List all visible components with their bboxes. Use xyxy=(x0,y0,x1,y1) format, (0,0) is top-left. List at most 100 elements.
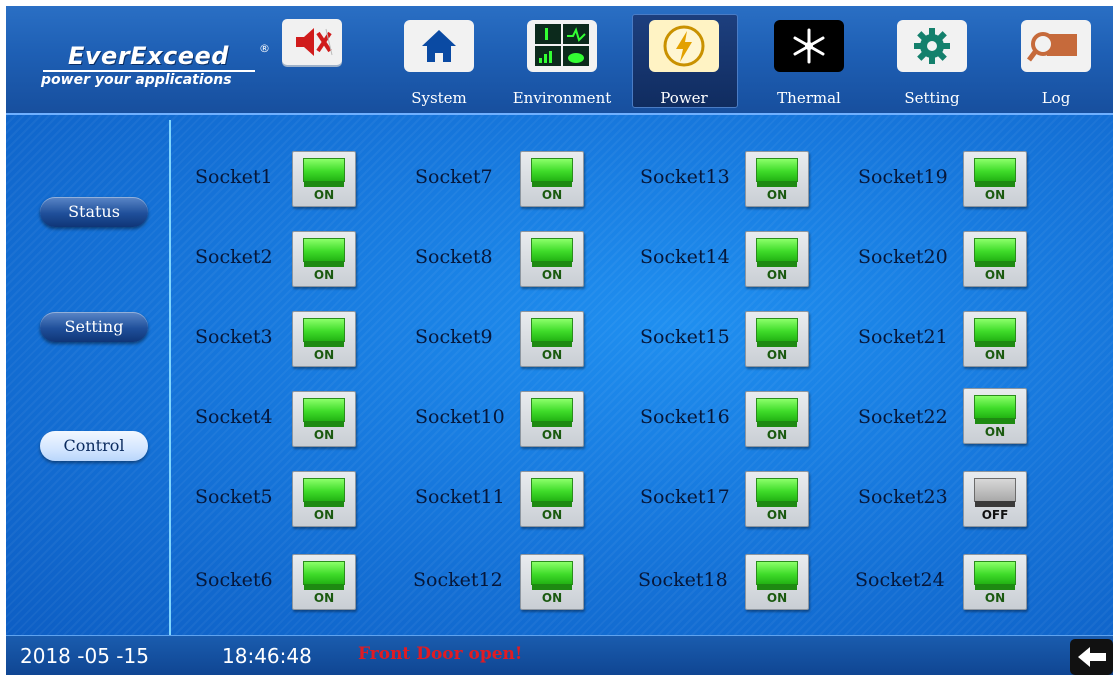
socket-label: Socket5 xyxy=(195,486,273,508)
nav-log[interactable]: Log xyxy=(1021,16,1091,107)
switch-state: ON xyxy=(984,348,1006,362)
nav-setting-icon-box xyxy=(897,20,967,72)
nav-thermal[interactable]: Thermal xyxy=(774,16,844,107)
socket-18-switch[interactable]: ON xyxy=(745,554,809,610)
socket-label: Socket1 xyxy=(195,166,273,188)
sidebar-item-setting[interactable]: Setting xyxy=(40,312,148,342)
socket-label: Socket12 xyxy=(413,569,503,591)
switch-state: ON xyxy=(984,591,1006,605)
switch-state: ON xyxy=(766,591,788,605)
socket-3-switch[interactable]: ON xyxy=(292,311,356,367)
log-icon xyxy=(1027,32,1077,62)
power-icon xyxy=(663,25,705,67)
nav-system-label: System xyxy=(411,89,467,107)
nav-setting-label: Setting xyxy=(904,89,960,107)
switch-state: ON xyxy=(766,348,788,362)
socket-label: Socket10 xyxy=(415,406,505,428)
socket-label: Socket9 xyxy=(415,326,493,348)
switch-paddle xyxy=(756,158,798,187)
switch-state: ON xyxy=(313,268,335,282)
status-time: 18:46:48 xyxy=(222,644,312,668)
sidebar-item-status[interactable]: Status xyxy=(40,197,148,227)
socket-21-switch[interactable]: ON xyxy=(963,311,1027,367)
socket-1-switch[interactable]: ON xyxy=(292,151,356,207)
switch-paddle xyxy=(303,158,345,187)
switch-state: ON xyxy=(313,591,335,605)
socket-label: Socket14 xyxy=(640,246,730,268)
switch-state: ON xyxy=(541,268,563,282)
screen: EverExceed ® power your applications Sys… xyxy=(6,6,1113,675)
socket-12-switch[interactable]: ON xyxy=(520,554,584,610)
socket-5-switch[interactable]: ON xyxy=(292,471,356,527)
socket-13-switch[interactable]: ON xyxy=(745,151,809,207)
switch-state: ON xyxy=(541,591,563,605)
nav-setting[interactable]: Setting xyxy=(897,16,967,107)
nav-power-label: Power xyxy=(660,89,708,107)
socket-label: Socket2 xyxy=(195,246,273,268)
switch-paddle xyxy=(974,318,1016,347)
switch-paddle xyxy=(303,561,345,590)
switch-paddle xyxy=(974,395,1016,424)
socket-15-switch[interactable]: ON xyxy=(745,311,809,367)
mute-icon xyxy=(296,28,333,56)
nav-environment-label: Environment xyxy=(512,89,612,107)
socket-label: Socket22 xyxy=(858,406,948,428)
sidebar-item-control[interactable]: Control xyxy=(40,431,148,461)
back-arrow-icon xyxy=(1078,647,1106,667)
nav-system-icon-box xyxy=(404,20,474,72)
socket-10-switch[interactable]: ON xyxy=(520,391,584,447)
switch-state: OFF xyxy=(981,508,1009,522)
thermal-icon xyxy=(793,28,825,64)
switch-paddle xyxy=(303,318,345,347)
socket-4-switch[interactable]: ON xyxy=(292,391,356,447)
socket-19-switch[interactable]: ON xyxy=(963,151,1027,207)
switch-paddle xyxy=(756,478,798,507)
sidebar-divider xyxy=(169,120,171,638)
switch-paddle xyxy=(303,478,345,507)
switch-state: ON xyxy=(766,188,788,202)
socket-20-switch[interactable]: ON xyxy=(963,231,1027,287)
gear-icon xyxy=(914,28,950,64)
nav-environment[interactable]: Environment xyxy=(513,16,611,107)
socket-label: Socket24 xyxy=(855,569,945,591)
switch-state: ON xyxy=(541,348,563,362)
socket-16-switch[interactable]: ON xyxy=(745,391,809,447)
socket-label: Socket13 xyxy=(640,166,730,188)
socket-22-switch[interactable]: ON xyxy=(963,388,1027,444)
socket-24-switch[interactable]: ON xyxy=(963,554,1027,610)
switch-state: ON xyxy=(313,508,335,522)
socket-17-switch[interactable]: ON xyxy=(745,471,809,527)
socket-9-switch[interactable]: ON xyxy=(520,311,584,367)
nav-thermal-label: Thermal xyxy=(777,89,841,107)
nav-power[interactable]: Power xyxy=(649,16,719,107)
socket-8-switch[interactable]: ON xyxy=(520,231,584,287)
alarm-message: Front Door open! xyxy=(358,644,523,664)
switch-paddle xyxy=(756,398,798,427)
switch-state: ON xyxy=(541,508,563,522)
switch-state: ON xyxy=(766,508,788,522)
socket-label: Socket20 xyxy=(858,246,948,268)
socket-11-switch[interactable]: ON xyxy=(520,471,584,527)
status-bar: 2018 -05 -15 18:46:48 Front Door open! xyxy=(6,635,1113,675)
socket-7-switch[interactable]: ON xyxy=(520,151,584,207)
nav-environment-icon-box xyxy=(527,20,597,72)
socket-14-switch[interactable]: ON xyxy=(745,231,809,287)
registered-mark: ® xyxy=(259,42,270,55)
socket-label: Socket8 xyxy=(415,246,493,268)
switch-state: ON xyxy=(984,268,1006,282)
socket-2-switch[interactable]: ON xyxy=(292,231,356,287)
socket-label: Socket11 xyxy=(415,486,505,508)
mute-button[interactable] xyxy=(282,19,342,65)
back-button[interactable] xyxy=(1070,639,1113,675)
socket-label: Socket7 xyxy=(415,166,493,188)
switch-paddle xyxy=(531,318,573,347)
socket-23-switch[interactable]: OFF xyxy=(963,471,1027,527)
socket-label: Socket15 xyxy=(640,326,730,348)
socket-6-switch[interactable]: ON xyxy=(292,554,356,610)
socket-label: Socket18 xyxy=(638,569,728,591)
nav-system[interactable]: System xyxy=(404,16,474,107)
switch-state: ON xyxy=(766,428,788,442)
nav-thermal-icon-box xyxy=(774,20,844,72)
switch-state: ON xyxy=(541,188,563,202)
switch-paddle xyxy=(974,561,1016,590)
